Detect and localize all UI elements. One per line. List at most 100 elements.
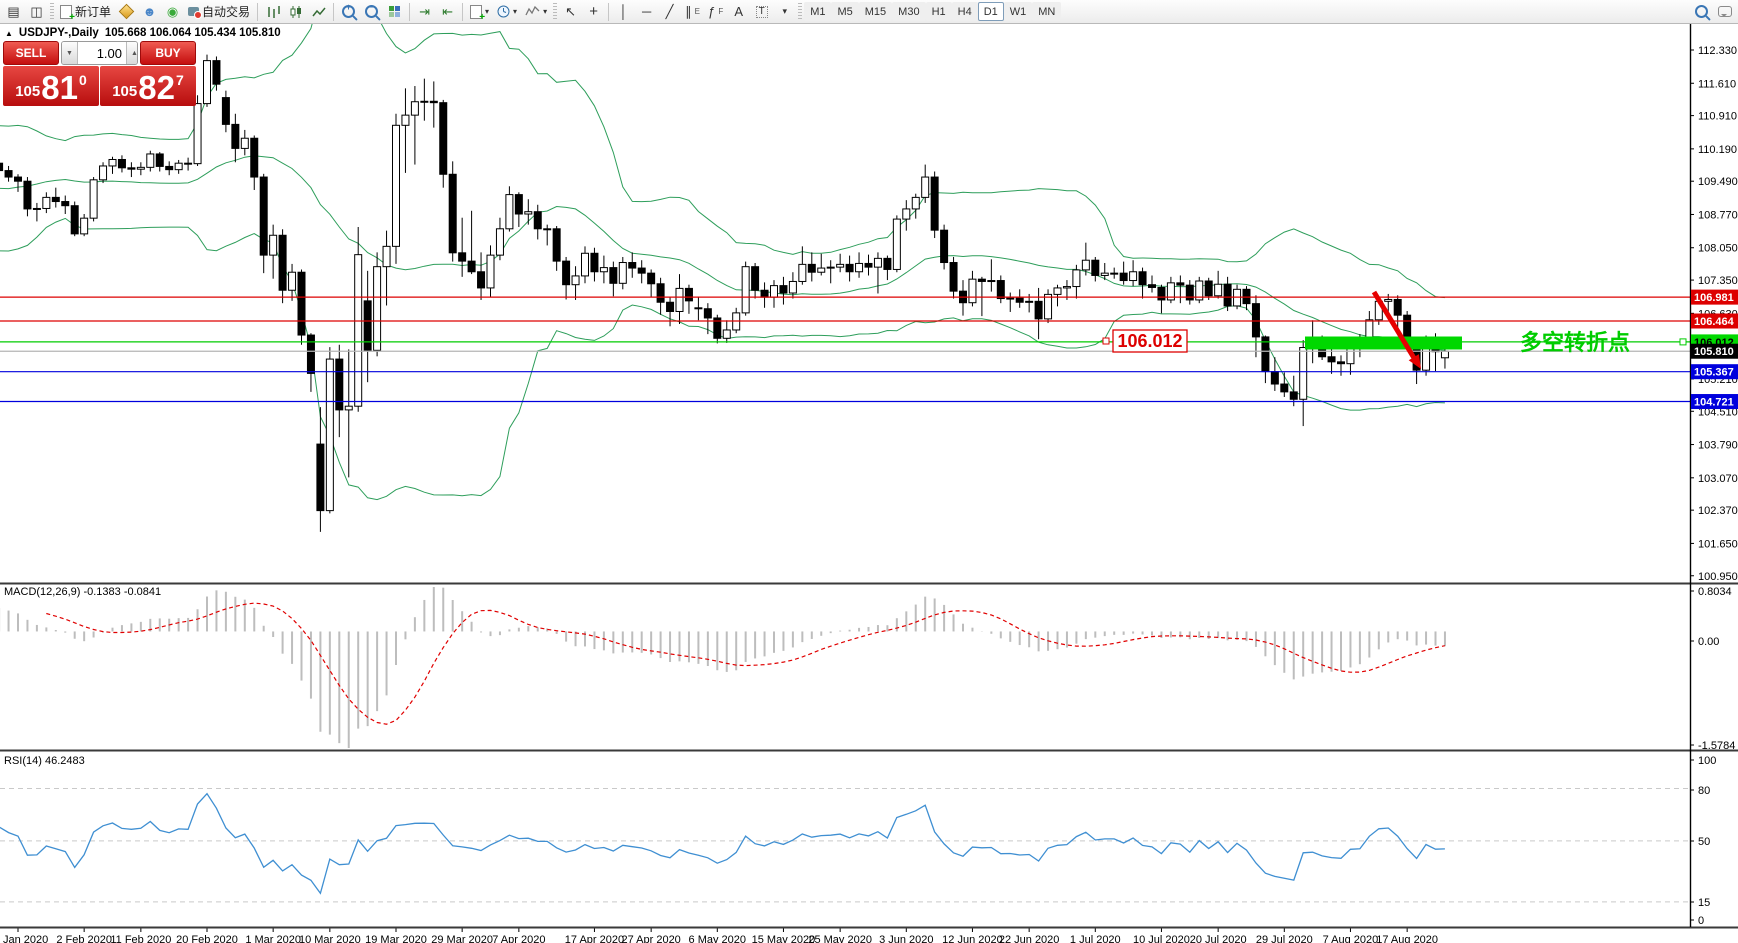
date-tick-label: 17 Aug 2020 <box>1376 934 1438 943</box>
sell-button[interactable]: SELL <box>3 41 59 65</box>
rsi-tick-label: 100 <box>1698 755 1716 767</box>
toolbar-handle <box>798 2 803 21</box>
svg-text:105.810: 105.810 <box>1694 346 1734 358</box>
horizontal-line-button[interactable]: ─ <box>635 1 658 22</box>
timeframe-button-M30[interactable]: M30 <box>892 2 926 21</box>
volume-down-button[interactable]: ▼ <box>62 42 78 64</box>
candle-body <box>1440 350 1449 359</box>
symbol-title-bar: ▲ USDJPY-,Daily 105.668 106.064 105.434 … <box>5 27 281 39</box>
candle-body <box>533 211 542 230</box>
channel-button[interactable]: ∥ E <box>681 1 704 22</box>
zoom-out-button[interactable]: − <box>360 1 383 22</box>
timeframe-button-D1[interactable]: D1 <box>977 2 1004 21</box>
candle-body <box>42 196 51 209</box>
turning-point-note[interactable]: 多空转折点 <box>1520 330 1630 355</box>
date-tick-label: 19 Mar 2020 <box>365 934 427 943</box>
bar-chart-button[interactable] <box>261 1 284 22</box>
timeframe-button-M1[interactable]: M1 <box>804 2 832 21</box>
community-button[interactable]: ☻ <box>138 1 161 22</box>
toolbar-separator <box>333 2 335 21</box>
candle-body <box>1091 259 1100 276</box>
candle-body <box>14 176 22 182</box>
candle-body <box>666 301 675 312</box>
timeframe-button-H4[interactable]: H4 <box>951 2 978 21</box>
period-clock-button[interactable]: ▾ <box>493 1 521 22</box>
timeframe-button-M15[interactable]: M15 <box>858 2 893 21</box>
buy-button[interactable]: BUY <box>140 41 196 65</box>
new-order-dropdown-button[interactable]: ▾ <box>466 1 493 23</box>
price-flag-106012[interactable]: 106.012 <box>1102 329 1188 353</box>
indicators-button[interactable]: ▾ <box>521 1 551 22</box>
candle-body <box>505 194 514 230</box>
timeframe-button-H1[interactable]: H1 <box>925 2 952 21</box>
candle-body <box>1100 272 1109 276</box>
search-button[interactable] <box>1690 1 1713 22</box>
candle-body <box>231 123 240 149</box>
candle-body <box>845 263 854 273</box>
price-tick-label: 111.610 <box>1698 78 1736 90</box>
candlestick-chart-button[interactable] <box>284 1 307 22</box>
zoom-in-button[interactable]: + <box>337 1 360 22</box>
candle-body <box>1242 288 1251 305</box>
volume-up-button[interactable]: ▲ <box>126 42 137 64</box>
profiles-button[interactable]: ◫ <box>25 1 48 22</box>
auto-trading-icon <box>188 7 203 19</box>
date-tick-label: 23 Jan 2020 <box>0 934 48 943</box>
new-order-button[interactable]: 新订单 <box>56 1 115 23</box>
candle-body <box>1110 272 1119 275</box>
candle-body <box>136 166 145 170</box>
buy-price-display[interactable]: 105 82 7 <box>100 66 196 106</box>
timeframe-button-M5[interactable]: M5 <box>831 2 859 21</box>
timeframe-button-W1[interactable]: W1 <box>1003 2 1033 21</box>
sell-price-display[interactable]: 105 81 0 <box>3 66 99 106</box>
rsi-label: RSI(14) 46.2483 <box>4 755 85 767</box>
shapes-dropdown-button[interactable]: ▾ <box>773 1 796 22</box>
candle-body <box>637 267 646 274</box>
candle-body <box>798 263 807 282</box>
timeframe-button-MN[interactable]: MN <box>1032 2 1062 21</box>
chart-shift-button[interactable]: ⇤ <box>436 1 459 22</box>
candle-body <box>1327 356 1336 363</box>
toolbar-separator <box>409 2 411 21</box>
signals-button[interactable]: ◉ <box>161 1 184 22</box>
sell-price-prefix: 105 <box>15 83 41 100</box>
new-chart-button[interactable]: ▤ <box>2 1 25 22</box>
candle-body <box>1148 284 1156 288</box>
auto-scroll-icon: ⇥ <box>419 4 430 19</box>
fibonacci-button[interactable]: ƒF <box>704 1 727 22</box>
candle-body <box>1015 297 1024 303</box>
crosshair-button[interactable]: + <box>582 1 605 22</box>
trendline-button[interactable]: ╱ <box>658 1 681 22</box>
chat-icon <box>1717 6 1732 17</box>
date-tick-label: 7 Apr 2020 <box>492 934 545 943</box>
candle-body <box>656 283 665 303</box>
candle-body <box>410 101 419 116</box>
auto-trading-button[interactable]: 自动交易 <box>184 1 254 22</box>
chart-canvas[interactable]: 106.012 多空转折点 112.330 111.610 110.910 110.190… <box>0 24 1738 943</box>
candle-body <box>930 176 939 231</box>
auto-scroll-button[interactable]: ⇥ <box>413 1 436 22</box>
volume-input[interactable] <box>78 42 126 64</box>
market-watch-button[interactable] <box>115 1 138 22</box>
text-label-button[interactable]: T <box>750 1 773 22</box>
tile-windows-button[interactable] <box>383 1 406 22</box>
candle-body <box>439 102 448 175</box>
candle-body <box>420 100 429 103</box>
candle-body <box>911 196 920 210</box>
candle-body <box>99 165 108 181</box>
text-button[interactable]: A <box>727 1 750 22</box>
chat-button[interactable] <box>1713 1 1736 22</box>
search-icon <box>1695 5 1708 18</box>
collapse-icon[interactable]: ▲ <box>5 29 13 38</box>
candle-body <box>155 153 164 167</box>
line-chart-button[interactable] <box>307 1 330 22</box>
candle-body <box>392 124 400 247</box>
new-chart-icon: ▤ <box>7 4 20 19</box>
price-flag-text: 106.012 <box>1117 331 1182 351</box>
vertical-line-button[interactable]: │ <box>612 1 635 22</box>
macd-tick-label: 0.8034 <box>1698 586 1732 598</box>
cursor-button[interactable]: ↖ <box>559 1 582 22</box>
candle-body <box>826 266 835 269</box>
candle-body <box>1280 383 1289 393</box>
candle-body <box>552 228 561 262</box>
